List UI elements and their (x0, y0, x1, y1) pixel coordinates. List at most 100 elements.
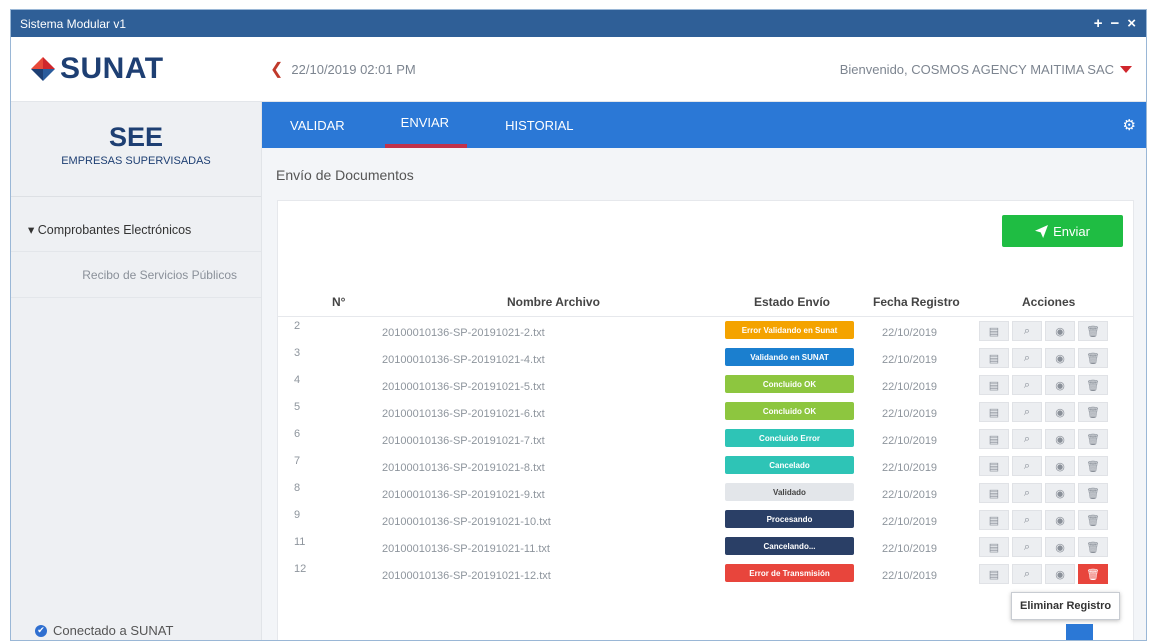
search-icon[interactable]: ⌕ (1012, 537, 1042, 557)
row-date: 22/10/2019 (882, 354, 938, 366)
sidebar-brand: SEE EMPRESAS SUPERVISADAS (11, 102, 261, 197)
header-actions: Acciones (1022, 295, 1076, 309)
list-icon[interactable]: ▤ (979, 429, 1009, 449)
target-icon[interactable]: ◉ (1045, 456, 1075, 476)
back-chevron-icon[interactable]: ❮ (270, 59, 283, 79)
list-icon[interactable]: ▤ (979, 483, 1009, 503)
search-icon[interactable]: ⌕ (1012, 510, 1042, 530)
status-badge: Error de Transmisión (725, 564, 854, 582)
menu-comprobantes[interactable]: ▾ Comprobantes Electrónicos (11, 207, 261, 252)
connection-status: ✔ Conectado a SUNAT (35, 623, 173, 638)
sidebar: SEE EMPRESAS SUPERVISADAS ▾ Comprobantes… (11, 102, 262, 640)
table-row: 9 20100010136-SP-20191021-10.txt Procesand… (278, 508, 1133, 535)
target-icon[interactable]: ◉ (1045, 564, 1075, 584)
trash-icon[interactable]: 🗑 (1078, 483, 1108, 503)
page-title: Envío de Documentos (276, 167, 414, 183)
send-button[interactable]: Enviar (1002, 215, 1123, 247)
caret-down-icon[interactable] (1120, 65, 1132, 73)
tab-validar[interactable]: VALIDAR (262, 102, 373, 148)
app-window: Sistema Modular v1 + − × SUNAT ❮ 22/10/2… (10, 9, 1147, 641)
tooltip: Eliminar Registro (1011, 592, 1121, 620)
trash-icon[interactable]: 🗑 (1078, 429, 1108, 449)
row-date: 22/10/2019 (882, 462, 938, 474)
pagination-current-page[interactable] (1066, 624, 1093, 640)
row-file-name: 20100010136-SP-20191021-12.txt (382, 570, 551, 582)
trash-icon[interactable]: 🗑 (1078, 537, 1108, 557)
trash-icon[interactable]: 🗑 (1078, 321, 1108, 341)
search-icon[interactable]: ⌕ (1012, 456, 1042, 476)
row-file-name: 20100010136-SP-20191021-4.txt (382, 354, 545, 366)
row-number: 3 (294, 347, 301, 359)
trash-icon[interactable]: 🗑 (1078, 348, 1108, 368)
search-icon[interactable]: ⌕ (1012, 564, 1042, 584)
send-label: Enviar (1053, 223, 1090, 239)
target-icon[interactable]: ◉ (1045, 321, 1075, 341)
list-icon[interactable]: ▤ (979, 375, 1009, 395)
row-number: 5 (294, 401, 301, 413)
row-file-name: 20100010136-SP-20191021-7.txt (382, 435, 545, 447)
target-icon[interactable]: ◉ (1045, 510, 1075, 530)
list-icon[interactable]: ▤ (979, 456, 1009, 476)
row-date: 22/10/2019 (882, 570, 938, 582)
row-file-name: 20100010136-SP-20191021-6.txt (382, 408, 545, 420)
search-icon[interactable]: ⌕ (1012, 348, 1042, 368)
row-actions: ▤ ⌕ ◉ 🗑 (979, 510, 1112, 530)
minimize-icon[interactable]: − (1110, 15, 1119, 32)
table-row: 8 20100010136-SP-20191021-9.txt Validado 22… (278, 481, 1133, 508)
trash-icon[interactable]: 🗑 (1078, 456, 1108, 476)
maximize-icon[interactable]: + (1094, 15, 1103, 32)
list-icon[interactable]: ▤ (979, 321, 1009, 341)
documents-card: Enviar N° Nombre Archivo Estado Envío Fe… (277, 200, 1134, 640)
tab-historial[interactable]: HISTORIAL (477, 102, 601, 148)
row-actions: ▤ ⌕ ◉ 🗑 (979, 537, 1112, 557)
table-row: 3 20100010136-SP-20191021-4.txt Validando … (278, 346, 1133, 373)
trash-icon[interactable]: 🗑 (1078, 564, 1108, 584)
close-icon[interactable]: × (1127, 15, 1136, 32)
list-icon[interactable]: ▤ (979, 402, 1009, 422)
target-icon[interactable]: ◉ (1045, 483, 1075, 503)
status-badge: Concluido Error (725, 429, 854, 447)
status-badge: Procesando (725, 510, 854, 528)
list-icon[interactable]: ▤ (979, 564, 1009, 584)
trash-icon[interactable]: 🗑 (1078, 510, 1108, 530)
target-icon[interactable]: ◉ (1045, 537, 1075, 557)
sunat-logo-icon (31, 57, 55, 81)
row-number: 11 (294, 536, 306, 548)
search-icon[interactable]: ⌕ (1012, 483, 1042, 503)
search-icon[interactable]: ⌕ (1012, 375, 1042, 395)
header-status: Estado Envío (754, 295, 831, 309)
paper-plane-icon (1035, 224, 1049, 238)
tab-enviar[interactable]: ENVIAR (373, 102, 477, 148)
target-icon[interactable]: ◉ (1045, 348, 1075, 368)
search-icon[interactable]: ⌕ (1012, 429, 1042, 449)
target-icon[interactable]: ◉ (1045, 402, 1075, 422)
target-icon[interactable]: ◉ (1045, 375, 1075, 395)
row-file-name: 20100010136-SP-20191021-9.txt (382, 489, 545, 501)
user-menu[interactable]: Bienvenido, COSMOS AGENCY MAITIMA SAC (840, 62, 1132, 77)
list-icon[interactable]: ▤ (979, 348, 1009, 368)
gear-icon[interactable]: ⚙ (1123, 102, 1136, 148)
row-date: 22/10/2019 (882, 327, 938, 339)
table-row: 12 20100010136-SP-20191021-12.txt Error de… (278, 562, 1133, 589)
row-date: 22/10/2019 (882, 516, 938, 528)
trash-icon[interactable]: 🗑 (1078, 375, 1108, 395)
target-icon[interactable]: ◉ (1045, 429, 1075, 449)
row-file-name: 20100010136-SP-20191021-2.txt (382, 327, 545, 339)
status-badge: Concluido OK (725, 375, 854, 393)
window-title: Sistema Modular v1 (20, 16, 127, 31)
trash-icon[interactable]: 🗑 (1078, 402, 1108, 422)
status-badge: Cancelando... (725, 537, 854, 555)
table-header: N° Nombre Archivo Estado Envío Fecha Reg… (278, 289, 1133, 317)
search-icon[interactable]: ⌕ (1012, 402, 1042, 422)
row-file-name: 20100010136-SP-20191021-10.txt (382, 516, 551, 528)
list-icon[interactable]: ▤ (979, 510, 1009, 530)
menu-recibo-servicios[interactable]: Recibo de Servicios Públicos (11, 252, 261, 298)
table-row: 4 20100010136-SP-20191021-5.txt Concluido … (278, 373, 1133, 400)
search-icon[interactable]: ⌕ (1012, 321, 1042, 341)
list-icon[interactable]: ▤ (979, 537, 1009, 557)
row-actions: ▤ ⌕ ◉ 🗑 (979, 375, 1112, 395)
row-actions: ▤ ⌕ ◉ 🗑 (979, 429, 1112, 449)
row-actions: ▤ ⌕ ◉ 🗑 (979, 564, 1112, 584)
sunat-logo: SUNAT (11, 37, 262, 101)
